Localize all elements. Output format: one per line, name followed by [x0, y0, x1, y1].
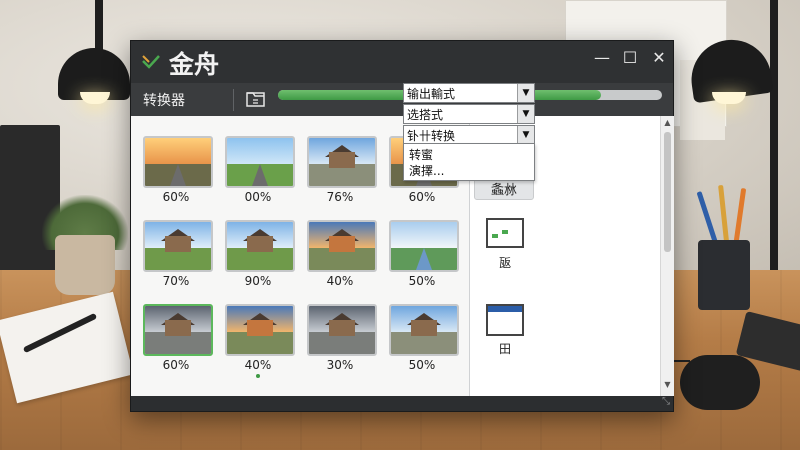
status-bar: ⤡	[131, 396, 673, 411]
open-folder-icon[interactable]	[246, 90, 266, 108]
computer-mouse	[680, 355, 760, 410]
thumbnail-percent: 00%	[244, 190, 272, 204]
thumbnail-sky	[227, 138, 293, 165]
maximize-button[interactable]: ☐	[619, 47, 641, 69]
window-layout-icon	[486, 304, 524, 336]
app-logo-icon	[142, 55, 160, 69]
select-format-dropdown[interactable]: 选搭式 ▼	[403, 104, 535, 124]
house-shape	[328, 320, 356, 336]
menu-item-convert[interactable]: 转蜜	[409, 146, 433, 163]
thumbnail-image	[307, 220, 377, 272]
thumbnail-sky	[145, 138, 211, 165]
batch-convert-menu: 转蜜 演擇...	[403, 143, 535, 181]
output-format-dropdown[interactable]: 输出輸式 ▼	[403, 83, 535, 103]
minimize-button[interactable]: —	[591, 47, 613, 69]
thumbnail-image	[307, 304, 377, 356]
thumbnail-image	[143, 304, 213, 356]
thumbnail-image	[143, 220, 213, 272]
thumbnail-image	[225, 304, 295, 356]
scroll-thumb[interactable]	[664, 132, 671, 252]
thumbnail-image	[143, 136, 213, 188]
close-button[interactable]: ✕	[648, 47, 670, 69]
thumbnail-sky	[391, 222, 457, 249]
tool-image-format[interactable]: 瓪	[486, 218, 526, 270]
batch-convert-value: 钋卄转换	[407, 129, 456, 143]
app-title: 金舟	[169, 50, 220, 79]
thumbnail-percent: 60%	[408, 190, 436, 204]
vertical-scrollbar[interactable]: ▲ ▼	[660, 116, 674, 396]
thumbnail-image	[225, 136, 295, 188]
house-shape	[410, 320, 438, 336]
thumbnail-percent: 90%	[244, 274, 272, 288]
output-format-value: 输出輸式	[407, 87, 456, 101]
pencil-cup	[698, 240, 750, 310]
house-shape	[328, 152, 356, 168]
house-shape	[246, 320, 274, 336]
thumbnail-image	[307, 136, 377, 188]
resize-grip-icon[interactable]: ⤡	[662, 396, 670, 407]
chevron-down-icon: ▼	[517, 84, 534, 102]
scroll-down-arrow[interactable]: ▼	[661, 378, 674, 391]
status-dot	[256, 374, 260, 378]
thumbnail-image	[389, 220, 459, 272]
chevron-down-icon: ▼	[517, 105, 534, 123]
road-shape	[170, 164, 187, 186]
thumbnail-percent: 30%	[326, 358, 354, 372]
select-format-value: 选搭式	[407, 108, 444, 122]
thumbnail-percent: 70%	[162, 274, 190, 288]
convert-settings-label: 螽沝	[490, 183, 517, 198]
image-frame-icon	[486, 218, 524, 248]
house-shape	[164, 236, 192, 252]
plant-pot	[55, 235, 115, 295]
app-window: 金舟 — ☐ ✕ 转换器 60% 00% 76% 60% 70% 90% 40% 50% 60%…	[130, 40, 674, 412]
desk-lamp-right-arm	[770, 0, 778, 300]
house-shape	[246, 236, 274, 252]
thumbnail-percent: 60%	[162, 358, 190, 372]
tool-window-layout[interactable]: 田	[486, 304, 526, 356]
thumbnail-percent: 50%	[408, 274, 436, 288]
thumbnail-image	[389, 304, 459, 356]
content-area: 60% 00% 76% 60% 70% 90% 40% 50% 60% 40% 30% 50% 螽沝 …	[131, 116, 674, 411]
thumbnail-percent: 40%	[244, 358, 272, 372]
tool-image-format-label: 瓪	[498, 256, 511, 270]
thumbnail-percent: 76%	[326, 190, 354, 204]
chevron-down-icon: ▼	[517, 126, 534, 144]
toolbar-divider	[233, 89, 234, 111]
river-shape	[416, 248, 433, 270]
house-shape	[164, 320, 192, 336]
thumbnail-percent: 50%	[408, 358, 436, 372]
title-bar[interactable]: 金舟 — ☐ ✕	[131, 41, 673, 83]
batch-convert-dropdown[interactable]: 钋卄转换 ▼	[403, 125, 535, 145]
thumbnail-image	[225, 220, 295, 272]
converter-label[interactable]: 转换器	[143, 90, 185, 110]
house-shape	[328, 236, 356, 252]
tool-window-layout-label: 田	[498, 342, 511, 356]
menu-item-select[interactable]: 演擇...	[409, 162, 444, 179]
scroll-up-arrow[interactable]: ▲	[661, 116, 674, 129]
road-shape	[252, 164, 269, 186]
thumbnail-percent: 40%	[326, 274, 354, 288]
thumbnail-percent: 60%	[162, 190, 190, 204]
